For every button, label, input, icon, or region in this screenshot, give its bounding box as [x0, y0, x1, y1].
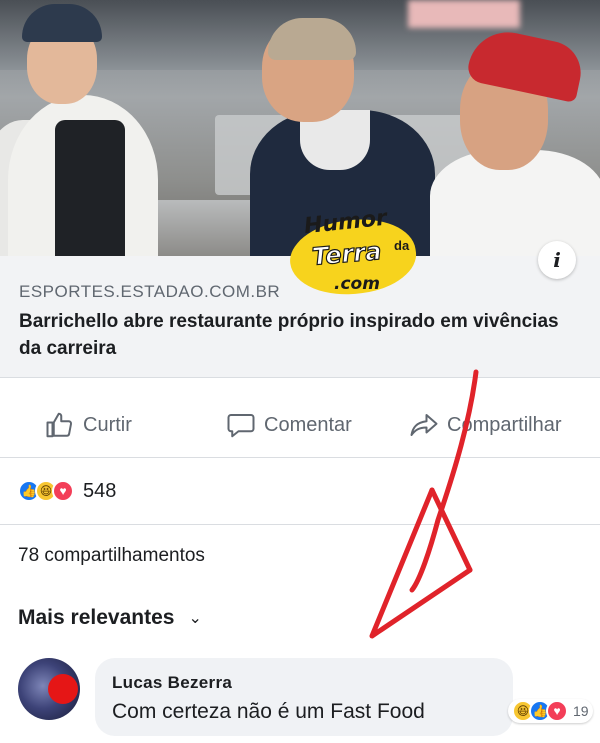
reactions-summary[interactable]: 👍 😆 ♥ 548	[18, 476, 116, 506]
comment-sort-dropdown[interactable]: Mais relevantes ⌄	[18, 606, 202, 630]
like-button[interactable]: Curtir	[45, 408, 132, 442]
chef-left-apron	[55, 120, 125, 256]
sort-label: Mais relevantes	[18, 606, 175, 629]
divider	[0, 524, 600, 525]
chevron-down-icon: ⌄	[188, 610, 202, 627]
reactions-count: 548	[83, 479, 117, 502]
share-button[interactable]: Compartilhar	[409, 408, 561, 442]
blurred-region	[408, 0, 520, 28]
comment-author[interactable]: Lucas Bezerra	[112, 673, 232, 693]
avatar-red-dot	[48, 674, 78, 704]
comment-label: Comentar	[264, 413, 352, 436]
share-label: Compartilhar	[447, 413, 562, 436]
comment-bubble-icon	[227, 414, 255, 438]
shares-count[interactable]: 78 compartilhamentos	[18, 545, 205, 567]
thumbs-up-icon	[46, 412, 73, 438]
share-arrow-icon	[410, 414, 438, 436]
link-title[interactable]: Barrichello abre restaurante próprio ins…	[19, 308, 579, 362]
watermark-text-com: .com	[334, 274, 380, 294]
comment-text: Com certeza não é um Fast Food	[112, 700, 425, 723]
comment-bubble[interactable]: Lucas Bezerra Com certeza não é um Fast …	[95, 658, 513, 736]
watermark-text-da: da	[394, 238, 410, 253]
info-icon[interactable]: i	[538, 241, 576, 279]
love-reaction-icon: ♥	[52, 480, 74, 502]
comment-reactions[interactable]: 😆 👍 ♥ 19	[508, 699, 593, 723]
action-bar: Curtir Comentar Compartilhar	[0, 396, 600, 458]
watermark-logo: Humor da Terra .com	[285, 204, 421, 304]
comment-reaction-count: 19	[573, 703, 589, 719]
center-man-hair	[268, 18, 356, 60]
avatar[interactable]	[18, 658, 80, 720]
link-domain: ESPORTES.ESTADAO.COM.BR	[19, 282, 281, 301]
love-reaction-icon: ♥	[546, 700, 568, 722]
like-label: Curtir	[83, 413, 132, 436]
comment-button[interactable]: Comentar	[226, 408, 352, 442]
